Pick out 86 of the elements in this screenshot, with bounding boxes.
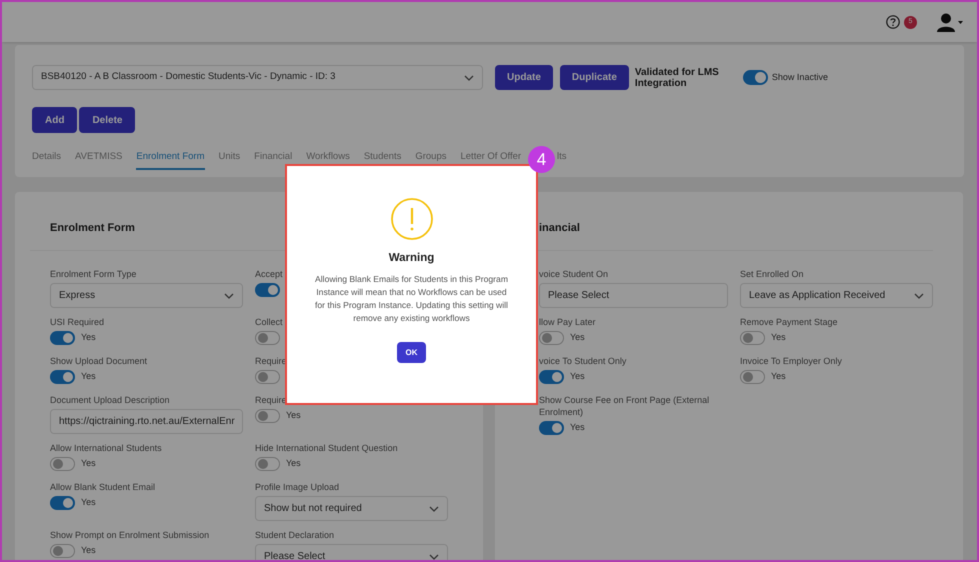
toggle-switch[interactable] bbox=[50, 544, 75, 558]
option-label: Yes bbox=[81, 496, 96, 510]
field-label: voice Student On bbox=[539, 268, 608, 280]
field-label: Show Prompt on Enrolment Submission bbox=[50, 529, 210, 541]
tab[interactable]: Details bbox=[32, 150, 62, 170]
tab[interactable]: Units bbox=[218, 150, 240, 170]
option-label: Yes bbox=[286, 457, 301, 470]
option-label: Yes bbox=[81, 457, 96, 470]
field-label: Profile Image Upload bbox=[255, 481, 340, 493]
tab[interactable]: Workflows bbox=[306, 150, 350, 170]
field-label: Invoice To Employer Only bbox=[740, 355, 842, 367]
toggle-switch[interactable] bbox=[50, 496, 75, 510]
tab[interactable]: Students bbox=[364, 150, 402, 170]
tab[interactable]: AVETMISS bbox=[75, 150, 122, 170]
validation-note: Validated for LMS Integration bbox=[634, 66, 720, 88]
toggle-switch[interactable] bbox=[50, 370, 75, 384]
action-button[interactable]: Duplicate bbox=[560, 65, 629, 90]
toggle-switch[interactable] bbox=[50, 331, 75, 345]
action-button[interactable]: Add bbox=[32, 107, 78, 133]
warning-icon bbox=[390, 198, 432, 240]
toggle-switch[interactable] bbox=[50, 457, 75, 471]
dialog-title: Warning bbox=[388, 251, 434, 266]
field-label: Collect bbox=[255, 316, 283, 328]
dialog-message: Allowing Blank Emails for Students in this Program Instance will mean that no Workflows can be used for this Program Instance. Updating this setting will remove any existing workflows bbox=[314, 273, 509, 324]
text-field[interactable]: https://qictraining.rto.net.au/ExternalEnr bbox=[50, 409, 243, 434]
chevron-down-icon bbox=[224, 292, 234, 298]
chevron-down-icon bbox=[429, 506, 439, 512]
text-field[interactable]: Please Select bbox=[539, 283, 728, 308]
help-icon[interactable] bbox=[886, 15, 900, 29]
chevron-down-icon bbox=[914, 292, 924, 298]
option-label: Yes bbox=[570, 370, 585, 384]
field-label: Remove Payment Stage bbox=[740, 316, 838, 328]
field-label: USI Required bbox=[50, 316, 104, 328]
field-label: Show Upload Document bbox=[50, 355, 148, 367]
toggle-switch[interactable] bbox=[539, 421, 564, 435]
user-avatar-icon[interactable] bbox=[937, 12, 955, 32]
field-label: llow Pay Later bbox=[539, 316, 596, 328]
option-label: Yes bbox=[81, 544, 96, 558]
field-label: Allow International Students bbox=[50, 442, 162, 454]
option-label: Yes bbox=[81, 331, 96, 344]
tab[interactable]: Groups bbox=[415, 150, 446, 170]
field-label: Enrolment Form Type bbox=[50, 268, 136, 280]
panel-title: inancial bbox=[539, 221, 581, 236]
option-label: Yes bbox=[570, 421, 585, 434]
option-label: Yes bbox=[771, 331, 786, 344]
action-button[interactable]: Update bbox=[495, 65, 553, 90]
chevron-down-icon bbox=[429, 554, 439, 560]
toggle-switch[interactable] bbox=[255, 409, 280, 423]
toggle-switch[interactable] bbox=[255, 370, 280, 384]
tab[interactable]: Enrolment Form bbox=[136, 150, 204, 170]
dropdown[interactable]: Leave as Application Received bbox=[740, 283, 933, 308]
option-label: Yes bbox=[81, 370, 96, 384]
tab[interactable]: lts bbox=[557, 150, 567, 170]
tab[interactable]: Letter Of Offer bbox=[460, 150, 522, 170]
field-label: Accept bbox=[255, 268, 283, 280]
toggle-switch[interactable] bbox=[740, 331, 765, 345]
ok-button[interactable]: OK bbox=[397, 342, 426, 364]
field-label: Set Enrolled On bbox=[740, 268, 804, 280]
chevron-down-icon bbox=[464, 74, 474, 80]
field-label: Require bbox=[255, 355, 287, 367]
toggle-switch[interactable] bbox=[255, 457, 280, 471]
option-label: Yes bbox=[570, 331, 585, 344]
field-label: Hide International Student Question bbox=[255, 442, 398, 454]
toggle-switch[interactable] bbox=[255, 331, 280, 345]
toggle-switch[interactable] bbox=[742, 70, 768, 85]
toggle-switch[interactable] bbox=[539, 331, 564, 345]
dropdown[interactable]: Please Select bbox=[255, 544, 448, 560]
field-label: voice To Student Only bbox=[539, 355, 626, 367]
caret-icon[interactable] bbox=[958, 20, 963, 24]
option-label: Yes bbox=[771, 370, 786, 384]
toggle-switch[interactable] bbox=[255, 283, 280, 297]
dropdown[interactable]: Show but not required bbox=[255, 496, 448, 521]
program-dropdown[interactable]: BSB40120 - A B Classroom - Domestic Students-Vic - Dynamic - ID: 3 bbox=[32, 65, 483, 90]
option-label: Yes bbox=[286, 409, 301, 422]
panel-title: Enrolment Form bbox=[50, 221, 136, 236]
toggle-label: Show Inactive bbox=[772, 70, 828, 84]
field-label: Show Course Fee on Front Page (External Enrolment) bbox=[539, 394, 710, 418]
field-label: Require bbox=[255, 394, 287, 406]
toggle-switch[interactable] bbox=[740, 370, 765, 384]
field-label: Allow Blank Student Email bbox=[50, 481, 156, 493]
toggle-switch[interactable] bbox=[539, 370, 564, 384]
field-label: Student Declaration bbox=[255, 529, 334, 541]
field-label: Document Upload Description bbox=[50, 394, 170, 406]
action-button[interactable]: Delete bbox=[79, 107, 136, 133]
tab[interactable]: Financial bbox=[254, 150, 292, 170]
dropdown[interactable]: Express bbox=[50, 283, 243, 308]
